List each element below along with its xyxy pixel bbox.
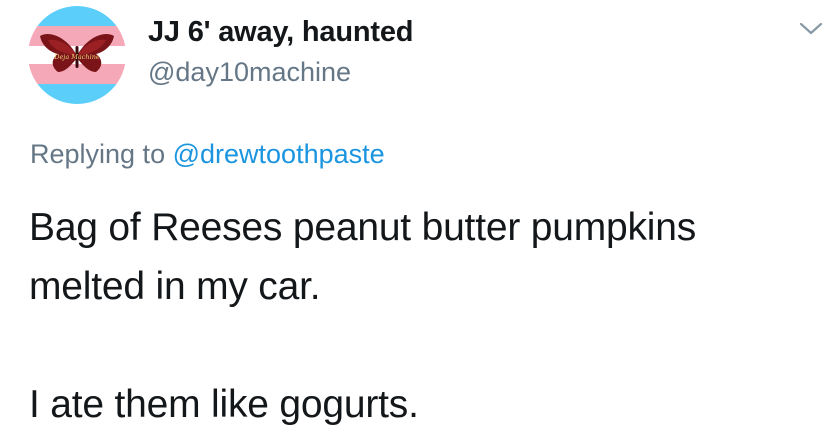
tweet-text: Bag of Reeses peanut butter pumpkins mel… [29,198,819,434]
tweet-card: Deja Machine JJ 6' away, haunted @day10m… [0,0,838,438]
butterfly-avatar-icon: Deja Machine [28,6,126,104]
tweet-menu-button[interactable] [796,18,826,40]
replying-to: Replying to @drewtoothpaste [30,139,385,170]
avatar[interactable]: Deja Machine [28,6,126,104]
chevron-down-icon [799,22,823,35]
author-display-name[interactable]: JJ 6' away, haunted [148,16,413,49]
avatar-text: Deja Machine [53,53,100,61]
tweet-text-line: I ate them like gogurts. [29,383,419,426]
tweet-text-line: Bag of Reeses peanut butter pumpkins [29,206,697,249]
replying-to-label: Replying to [30,139,166,169]
tweet-text-line: melted in my car. [29,265,321,308]
author-handle[interactable]: @day10machine [148,57,351,88]
reply-mention-link[interactable]: @drewtoothpaste [173,139,385,169]
